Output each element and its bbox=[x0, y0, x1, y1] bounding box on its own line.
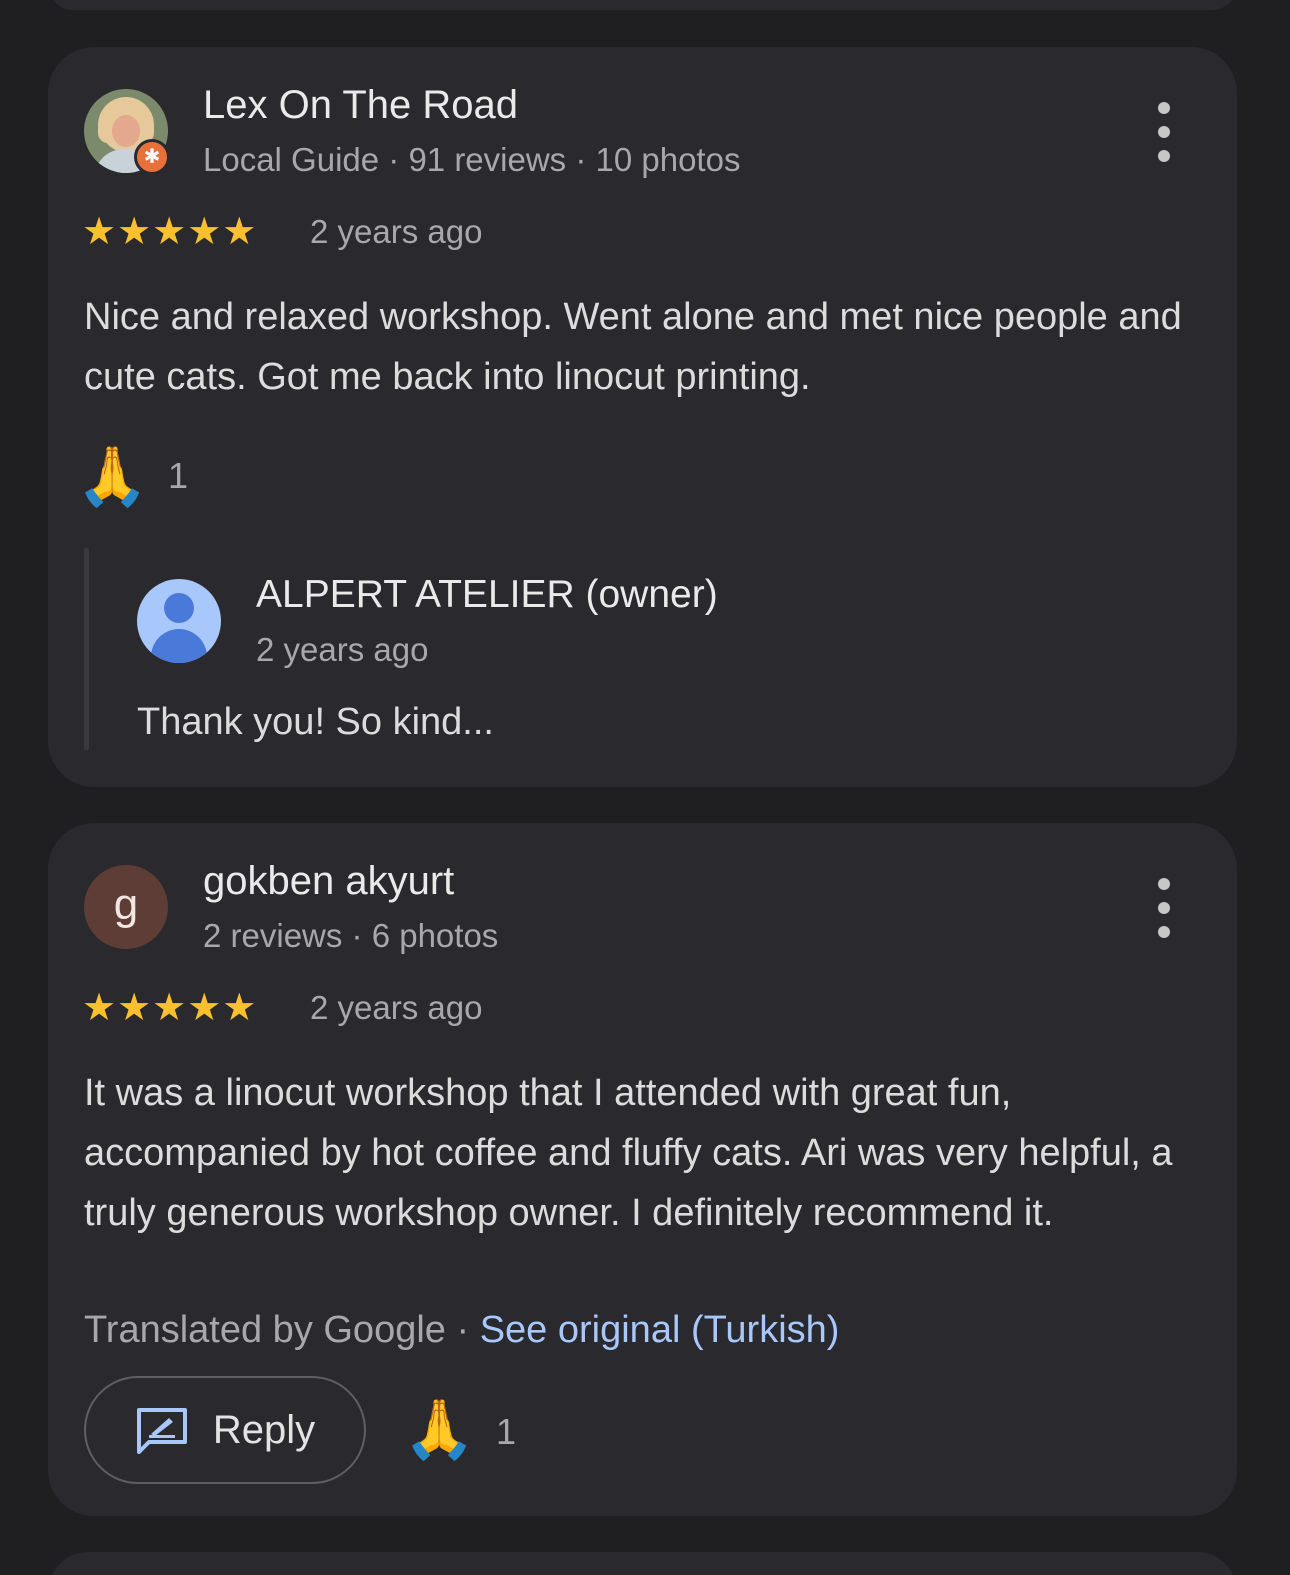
owner-reply-divider bbox=[84, 548, 89, 750]
avatar[interactable]: ✱ bbox=[84, 89, 170, 175]
reply-icon bbox=[136, 1408, 187, 1454]
reviews-page: ✱ Lex On The Road Local Guide · 91 revie… bbox=[0, 0, 1290, 1575]
star-rating: ★★★★★ bbox=[82, 211, 258, 253]
review-text: It was a linocut workshop that I attende… bbox=[84, 1072, 1173, 1234]
reply-button-label: Reply bbox=[212, 1407, 316, 1452]
review-author-meta: 2 reviews · 6 photos bbox=[203, 917, 499, 954]
reaction-count: 1 bbox=[496, 1411, 517, 1452]
review-text: Nice and relaxed workshop. Went alone an… bbox=[84, 296, 1182, 398]
review-author-meta: Local Guide · 91 reviews · 10 photos bbox=[203, 141, 741, 178]
see-original-link[interactable]: See original (Turkish) bbox=[480, 1309, 840, 1351]
owner-reply-text: Thank you! So kind... bbox=[137, 701, 494, 743]
more-options-icon[interactable] bbox=[1144, 878, 1184, 938]
star-rating: ★★★★★ bbox=[82, 987, 258, 1029]
previous-review-card bbox=[48, 0, 1237, 10]
more-options-icon[interactable] bbox=[1144, 102, 1184, 162]
review-card: ✱ Lex On The Road Local Guide · 91 revie… bbox=[48, 47, 1237, 787]
review-author-name[interactable]: Lex On The Road bbox=[203, 83, 518, 128]
review-time: 2 years ago bbox=[310, 989, 483, 1026]
review-time: 2 years ago bbox=[310, 213, 483, 250]
owner-avatar[interactable] bbox=[137, 579, 221, 663]
owner-name: ALPERT ATELIER (owner) bbox=[256, 573, 718, 616]
reply-button[interactable]: Reply bbox=[84, 1376, 366, 1484]
pray-reaction-icon[interactable]: 🙏 bbox=[76, 442, 148, 512]
next-review-card bbox=[48, 1552, 1237, 1575]
avatar[interactable]: g bbox=[84, 865, 168, 949]
reaction-count: 1 bbox=[168, 455, 189, 496]
review-card: g gokben akyurt 2 reviews · 6 photos ★★★… bbox=[48, 823, 1237, 1516]
owner-reply-time: 2 years ago bbox=[256, 631, 429, 668]
separator: · bbox=[445, 1309, 480, 1351]
person-icon bbox=[137, 579, 221, 663]
pray-reaction-icon[interactable]: 🙏 bbox=[403, 1395, 475, 1465]
translated-by-label: Translated by Google bbox=[84, 1309, 446, 1351]
avatar-letter: g bbox=[84, 865, 168, 949]
review-author-name[interactable]: gokben akyurt bbox=[203, 859, 454, 904]
local-guide-badge-icon: ✱ bbox=[134, 139, 170, 175]
translation-line: Translated by Google · See original (Tur… bbox=[84, 1305, 839, 1355]
